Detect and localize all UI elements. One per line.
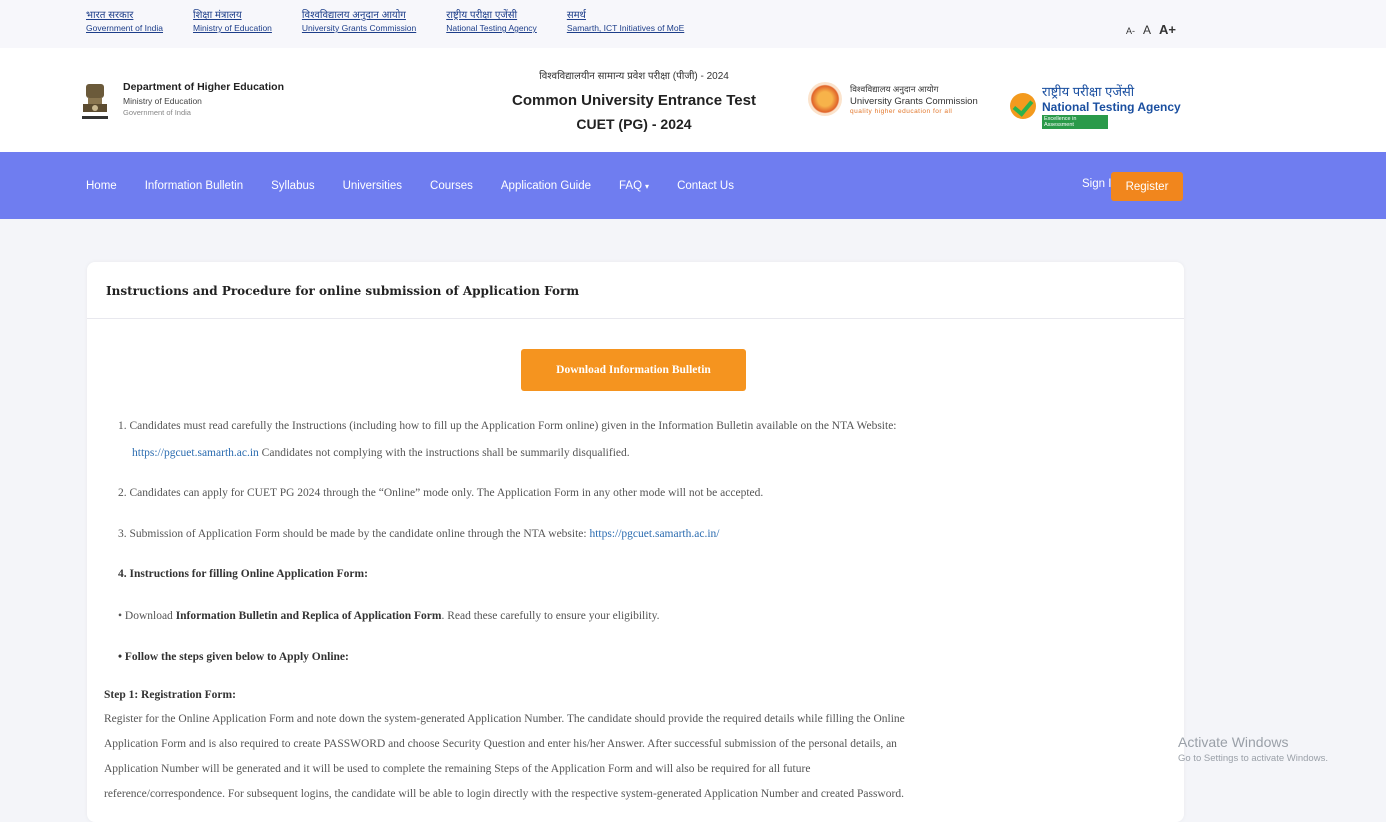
gov-link-ministry-of-education[interactable]: शिक्षा मंत्रालय Ministry of Education bbox=[193, 10, 272, 34]
nav-faq-label: FAQ bbox=[619, 179, 643, 192]
nav-information-bulletin[interactable]: Information Bulletin bbox=[145, 180, 243, 192]
nav-courses[interactable]: Courses bbox=[430, 180, 473, 192]
national-emblem-icon bbox=[82, 84, 108, 119]
bullet-download-suffix: . Read these carefully to ensure your el… bbox=[441, 610, 660, 622]
bullet-download: • Download Information Bulletin and Repl… bbox=[118, 610, 660, 622]
download-bulletin-button[interactable]: Download Information Bulletin bbox=[521, 349, 746, 391]
watermark-line-1: Activate Windows bbox=[1178, 734, 1289, 750]
gov-link-english: Ministry of Education bbox=[193, 23, 272, 33]
gov-links: भारत सरकार Government of India शिक्षा मं… bbox=[86, 10, 714, 34]
ugc-english: University Grants Commission bbox=[850, 95, 978, 107]
department-government: Government of India bbox=[123, 108, 191, 117]
instruction-item-1b: https://pgcuet.samarth.ac.in Candidates … bbox=[132, 447, 630, 459]
instruction-item-3: 3. Submission of Application Form should… bbox=[118, 528, 719, 540]
font-increase-button[interactable]: A+ bbox=[1159, 22, 1176, 37]
watermark-line-2: Go to Settings to activate Windows. bbox=[1178, 753, 1328, 764]
gov-link-hindi: समर्थ bbox=[566, 10, 586, 21]
gov-link-hindi: भारत सरकार bbox=[86, 10, 134, 21]
ugc-tagline: quality higher education for all bbox=[850, 107, 953, 115]
bullet-follow-steps: • Follow the steps given below to Apply … bbox=[118, 651, 349, 663]
instruction-item-4: 4. Instructions for filling Online Appli… bbox=[118, 568, 368, 580]
gov-link-samarth[interactable]: समर्थ Samarth, ICT Initiatives of MoE bbox=[567, 10, 684, 34]
nta-text: राष्ट्रीय परीक्षा एजेंसी National Testin… bbox=[1042, 82, 1181, 129]
gov-link-english: Samarth, ICT Initiatives of MoE bbox=[566, 23, 685, 33]
step1-line-1: Register for the Online Application Form… bbox=[104, 713, 905, 725]
gov-link-nta[interactable]: राष्ट्रीय परीक्षा एजेंसी National Testin… bbox=[446, 10, 537, 34]
ugc-hindi: विश्वविद्यालय अनुदान आयोग bbox=[850, 83, 939, 94]
step1-line-4: reference/correspondence. For subsequent… bbox=[104, 788, 904, 800]
nta-logo: राष्ट्रीय परीक्षा एजेंसी National Testin… bbox=[1010, 82, 1181, 129]
bullet-download-prefix: • Download bbox=[118, 610, 176, 622]
nav-application-guide[interactable]: Application Guide bbox=[501, 180, 591, 192]
nav-items: Home Information Bulletin Syllabus Unive… bbox=[86, 152, 762, 219]
site-title-hindi: विश्वविद्यालयीन सामान्य प्रवेश परीक्षा (… bbox=[539, 71, 729, 82]
gov-strip: भारत सरकार Government of India शिक्षा मं… bbox=[0, 0, 1386, 49]
department-title: Department of Higher Education bbox=[123, 81, 285, 93]
gov-link-hindi: राष्ट्रीय परीक्षा एजेंसी bbox=[446, 10, 518, 21]
bullet-download-bold: Information Bulletin and Replica of Appl… bbox=[175, 610, 442, 622]
instructions-card: Instructions and Procedure for online su… bbox=[87, 262, 1184, 822]
chevron-down-icon: ▾ bbox=[645, 181, 650, 191]
instruction-item-1-tail: Candidates not complying with the instru… bbox=[258, 447, 630, 459]
instruction-item-1a: 1. Candidates must read carefully the In… bbox=[118, 420, 897, 432]
nta-tagline: Excellence in Assessment bbox=[1042, 115, 1108, 129]
site-subtitle: CUET (PG) - 2024 bbox=[576, 116, 692, 132]
ugc-seal-icon bbox=[808, 82, 842, 116]
gov-link-english: National Testing Agency bbox=[446, 23, 537, 33]
gov-link-hindi: शिक्षा मंत्रालय bbox=[193, 10, 242, 21]
nav-faq-dropdown[interactable]: FAQ ▾ bbox=[619, 180, 649, 192]
nta-hindi: राष्ट्रीय परीक्षा एजेंसी bbox=[1042, 84, 1135, 99]
step1-title: Step 1: Registration Form: bbox=[104, 689, 236, 701]
nta-website-link[interactable]: https://pgcuet.samarth.ac.in bbox=[132, 447, 259, 459]
gov-link-ugc[interactable]: विश्वविद्यालय अनुदान आयोग University Gra… bbox=[302, 10, 416, 34]
step1-line-3: Application Number will be generated and… bbox=[104, 763, 811, 775]
card-header: Instructions and Procedure for online su… bbox=[87, 262, 1184, 319]
department-ministry: Ministry of Education bbox=[123, 96, 202, 106]
font-reset-button[interactable]: A bbox=[1143, 23, 1151, 37]
step1-line-2: Application Form and is also required to… bbox=[104, 738, 897, 750]
nav-contact-us[interactable]: Contact Us bbox=[677, 180, 734, 192]
nta-english: National Testing Agency bbox=[1042, 100, 1181, 114]
nav-syllabus[interactable]: Syllabus bbox=[271, 180, 314, 192]
gov-link-government-of-india[interactable]: भारत सरकार Government of India bbox=[86, 10, 163, 34]
department-block: Department of Higher Education Ministry … bbox=[123, 81, 284, 117]
instruction-item-3-text: 3. Submission of Application Form should… bbox=[118, 528, 590, 540]
nav-home[interactable]: Home bbox=[86, 180, 117, 192]
gov-link-hindi: विश्वविद्यालय अनुदान आयोग bbox=[301, 10, 406, 21]
ugc-logo: विश्वविद्यालय अनुदान आयोग University Gra… bbox=[808, 82, 978, 116]
nta-check-icon bbox=[1010, 92, 1036, 119]
card-title: Instructions and Procedure for online su… bbox=[106, 284, 580, 298]
activate-windows-watermark: Activate Windows Go to Settings to activ… bbox=[1178, 734, 1328, 764]
gov-link-english: Government of India bbox=[86, 23, 164, 33]
gov-link-english: University Grants Commission bbox=[301, 23, 417, 33]
font-decrease-button[interactable]: A- bbox=[1126, 26, 1135, 36]
nta-website-link-2[interactable]: https://pgcuet.samarth.ac.in/ bbox=[589, 528, 719, 540]
ugc-text: विश्वविद्यालय अनुदान आयोग University Gra… bbox=[850, 84, 978, 115]
nav-universities[interactable]: Universities bbox=[343, 180, 402, 192]
font-size-controls: A- A A+ bbox=[1126, 22, 1176, 37]
instruction-item-2: 2. Candidates can apply for CUET PG 2024… bbox=[118, 487, 764, 499]
register-button[interactable]: Register bbox=[1111, 172, 1183, 201]
